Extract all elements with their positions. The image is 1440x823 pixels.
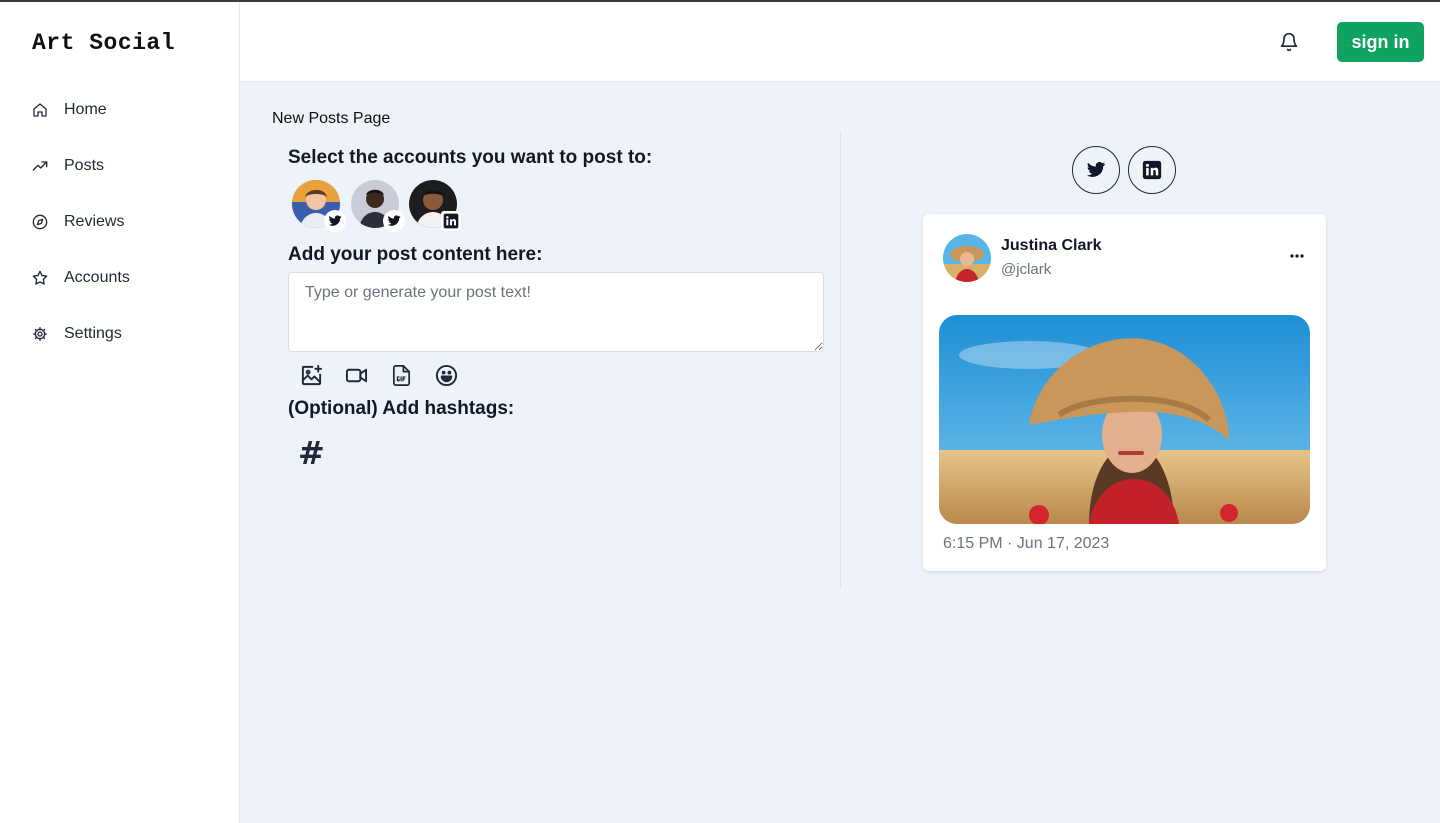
account-avatar-1[interactable] (292, 180, 346, 232)
preview-linkedin-button[interactable] (1128, 146, 1176, 194)
post-content-heading: Add your post content here: (288, 244, 543, 265)
home-icon (32, 102, 48, 118)
sidebar-item-label: Reviews (64, 213, 125, 230)
preview-timestamp: 6:15 PM · Jun 17, 2023 (943, 535, 1110, 552)
sidebar: Art Social Home Posts Reviews Accounts S… (0, 2, 240, 823)
avatar (943, 234, 991, 282)
gif-icon[interactable] (388, 362, 414, 388)
post-content-textarea[interactable] (288, 272, 824, 352)
top-header: sign in (240, 2, 1440, 82)
sidebar-item-label: Home (64, 101, 107, 118)
gear-icon (32, 326, 48, 342)
linkedin-icon (1142, 160, 1162, 180)
column-divider (840, 132, 841, 588)
trending-up-icon (32, 158, 48, 174)
sidebar-item-accounts[interactable]: Accounts (0, 250, 239, 306)
hashtag-icon[interactable]: # (298, 434, 325, 472)
brand-logo[interactable]: Art Social (32, 30, 175, 56)
sidebar-item-label: Settings (64, 325, 122, 342)
add-image-icon[interactable] (298, 362, 324, 388)
twitter-icon (383, 210, 405, 232)
twitter-icon (324, 210, 346, 232)
preview-twitter-button[interactable] (1072, 146, 1120, 194)
sidebar-nav: Home Posts Reviews Accounts Settings (0, 82, 239, 362)
compass-icon (32, 214, 48, 230)
preview-post-image (939, 315, 1310, 524)
bell-icon[interactable] (1279, 31, 1299, 53)
sidebar-item-posts[interactable]: Posts (0, 138, 239, 194)
sidebar-item-label: Accounts (64, 269, 130, 286)
linkedin-icon (441, 211, 461, 231)
breadcrumb: New Posts Page (272, 110, 391, 127)
sidebar-item-label: Posts (64, 157, 105, 174)
emoji-icon[interactable] (433, 362, 459, 388)
twitter-icon (1086, 162, 1106, 177)
post-preview-card: Justina Clark @jclark 6:15 PM · Jun 17, … (923, 214, 1326, 571)
sidebar-item-reviews[interactable]: Reviews (0, 194, 239, 250)
more-options-icon[interactable] (1289, 248, 1305, 264)
sidebar-item-home[interactable]: Home (0, 82, 239, 138)
account-avatar-2[interactable] (351, 180, 405, 232)
sign-in-button[interactable]: sign in (1337, 22, 1424, 62)
preview-author-name: Justina Clark (1001, 237, 1102, 254)
account-avatar-3[interactable] (409, 180, 461, 231)
preview-author-handle: @jclark (1001, 261, 1052, 278)
select-accounts-heading: Select the accounts you want to post to: (288, 147, 653, 168)
sidebar-item-settings[interactable]: Settings (0, 306, 239, 362)
star-icon (32, 270, 48, 286)
video-icon[interactable] (343, 362, 369, 388)
hashtags-heading: (Optional) Add hashtags: (288, 398, 515, 419)
